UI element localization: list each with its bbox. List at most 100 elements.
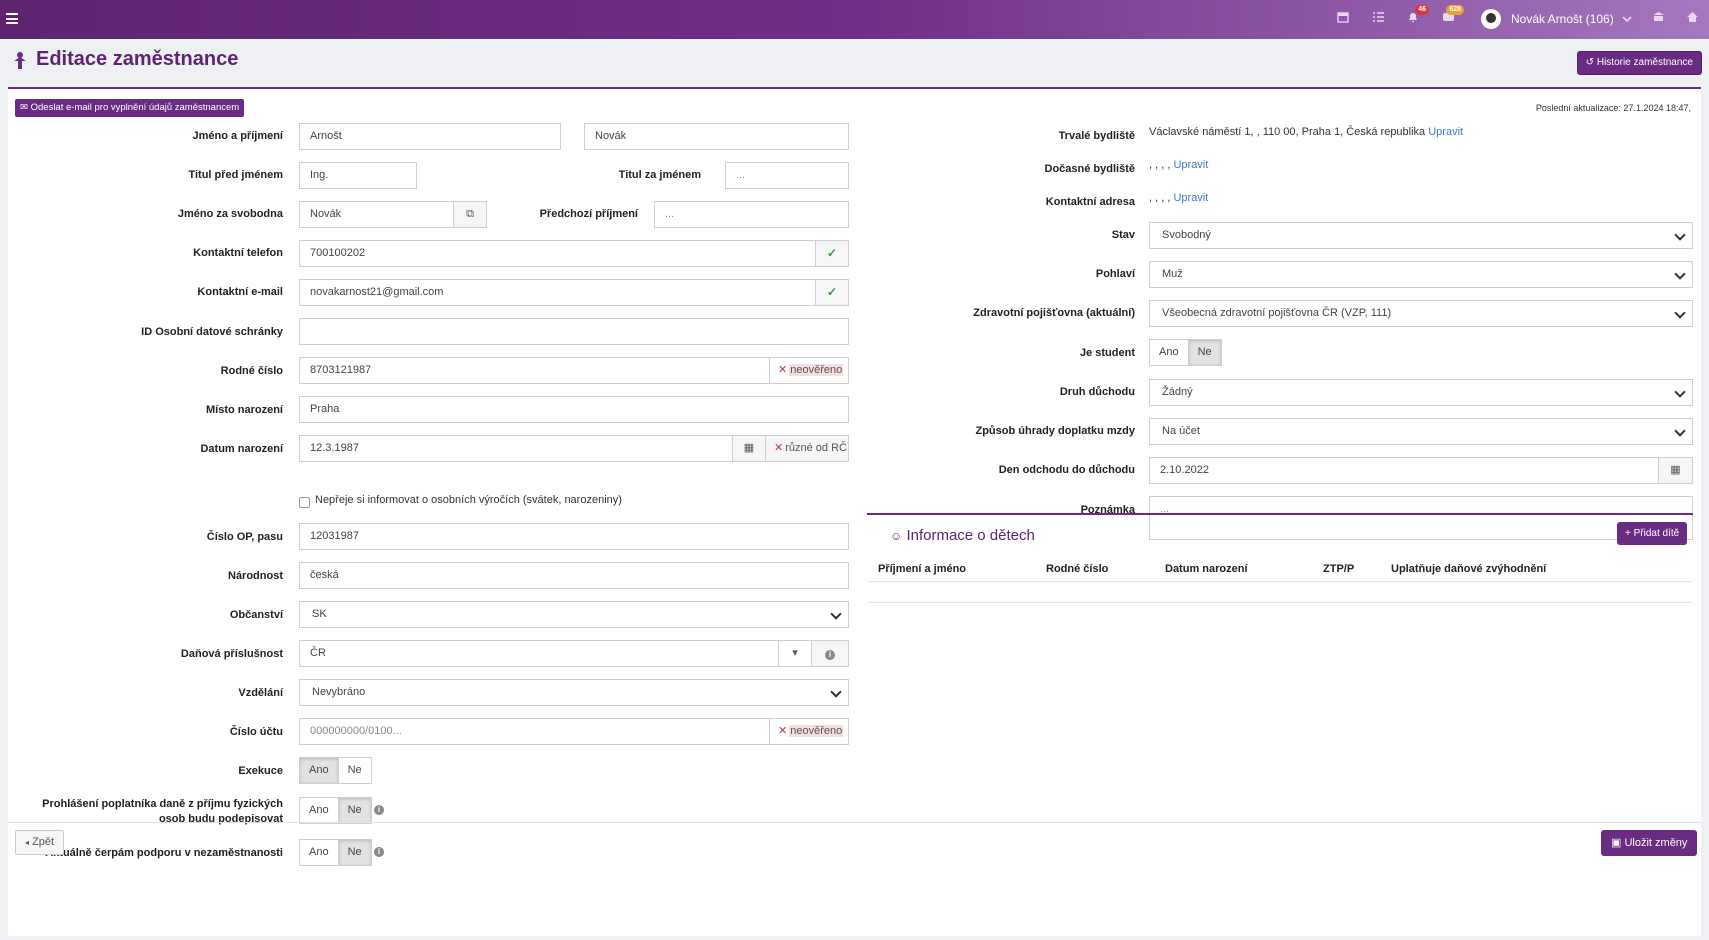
first-name-input[interactable]: Arnošt [299,123,561,150]
company-icon[interactable] [1650,11,1666,27]
databox-input[interactable] [299,318,849,345]
insurance-label: Zdravotní pojišťovna (aktuální) [973,307,1135,319]
info-icon[interactable]: i [374,805,384,815]
email-input[interactable]: novakarnost21@gmail.com [299,279,816,306]
phone-input[interactable]: 700100202 [299,240,816,267]
declaration-no[interactable]: Ne [338,797,372,824]
envelope-icon: ✉ [20,102,28,113]
education-select[interactable]: Nevybráno [299,679,849,706]
education-label: Vzdělání [238,687,283,699]
title-after-input[interactable]: ... [725,162,849,189]
employee-form: ✉ Odeslat e-mail pro vyplnění údajů zamě… [8,87,1701,936]
back-button[interactable]: ◂ Zpět [15,830,65,855]
last-name-input[interactable]: Novák [584,123,849,150]
gender-select[interactable]: Muž [1149,261,1693,288]
payment-select[interactable]: Na účet [1149,418,1693,445]
id-card-input[interactable]: 12031987 [299,523,849,550]
perm-address-edit-link[interactable]: Upravit [1428,126,1463,138]
column-header: ZTP/P [1323,563,1355,575]
account-input[interactable]: 000000000/0100... [299,718,770,745]
status-label: Stav [1111,229,1135,241]
gender-label: Pohlaví [1095,268,1135,280]
calendar-icon[interactable]: ▦ [1658,457,1693,484]
info-icon[interactable]: i [374,847,384,857]
calendar-icon[interactable]: ▦ [732,435,766,462]
history-icon: ↺ [1585,57,1595,68]
birth-number-label: Rodné číslo [220,365,283,377]
kids-section-title: ☺ Informace o dětech [890,527,1035,544]
menu-icon[interactable] [6,13,18,24]
note-textarea[interactable]: ... [1149,496,1693,540]
title-after-label: Titul za jménem [618,169,701,181]
messages-icon[interactable]: 628 [1440,5,1464,27]
tax-residence-label: Daňová příslušnost [180,648,283,660]
tasks-icon[interactable] [1370,11,1386,27]
pension-label: Druh důchodu [1059,386,1135,398]
column-header: Datum narození [1165,563,1248,575]
employee-icon [12,51,28,71]
send-email-button[interactable]: ✉ Odeslat e-mail pro vyplnění údajů zamě… [15,99,245,117]
bell-icon[interactable]: 46 [1405,5,1429,27]
temp-address-edit-link[interactable]: Upravit [1173,159,1208,171]
retire-date-label: Den odchodu do důchodu [998,464,1135,476]
chevron-down-icon[interactable] [1619,11,1635,27]
page-header: Editace zaměstnance ↺ Historie zaměstnan… [8,45,1703,87]
anniversary-checkbox-label: Nepřeje si informovat o osobních výročíc… [315,494,622,506]
column-header: Uplatňuje daňové zvýhodnění [1391,563,1547,575]
top-bar: 46 628 Novák Arnošt (106) [0,0,1709,39]
birth-date-label: Datum narození [200,443,283,455]
citizenship-label: Občanství [229,609,283,621]
nationality-input[interactable]: česká [299,562,849,589]
status-select[interactable]: Svobodný [1149,222,1693,249]
messages-badge: 628 [1446,5,1464,15]
account-unverified: ✕ neověřeno [769,718,849,745]
student-no[interactable]: Ne [1188,339,1222,366]
title-before-input[interactable]: Ing. [299,162,417,189]
contact-address-edit-link[interactable]: Upravit [1173,192,1208,204]
kids-divider [867,513,1693,515]
maiden-input[interactable]: Novák [299,201,454,228]
declaration-yes[interactable]: Ano [299,797,339,824]
history-button[interactable]: ↺ Historie zaměstnance [1576,51,1702,75]
unemployment-no[interactable]: Ne [338,839,372,866]
cross-icon: ✕ [778,725,788,737]
pension-select[interactable]: Žádný [1149,379,1693,406]
contact-address-text: , , , , [1149,192,1171,204]
anniversary-checkbox[interactable] [299,497,310,508]
back-label: Zpět [32,836,55,848]
chevron-down-icon[interactable]: ▾ [778,640,812,667]
calendar-icon[interactable] [1335,11,1351,27]
user-name[interactable]: Novák Arnošt (106) [1511,12,1614,26]
tax-residence-select[interactable]: ČR [299,640,779,667]
student-yes[interactable]: Ano [1149,339,1189,366]
id-card-label: Číslo OP, pasu [206,531,283,543]
insurance-select[interactable]: Všeobecná zdravotní pojišťovna ČR (VZP, … [1149,300,1693,327]
name-label: Jméno a příjmení [192,130,283,142]
copy-icon[interactable]: ⧉ [453,201,487,228]
temp-address: , , , , Upravit [1149,159,1208,171]
execution-no[interactable]: Ne [338,757,372,784]
birth-date-input[interactable]: 12.3.1987 [299,435,733,462]
birth-place-label: Místo narození [205,404,283,416]
info-addon[interactable]: i [811,640,849,667]
execution-yes[interactable]: Ano [299,757,339,784]
student-toggle: Ano Ne [1149,339,1222,366]
title-before-label: Titul před jménem [188,169,283,181]
retire-date-input[interactable]: 2.10.2022 [1149,457,1659,484]
citizenship-select[interactable]: SK [299,601,849,628]
birth-number-input[interactable]: 8703121987 [299,357,770,384]
student-label: Je student [1079,347,1135,359]
save-button[interactable]: ▣ Uložit změny [1601,830,1698,856]
contact-address: , , , , Upravit [1149,192,1208,204]
last-update: Poslední aktualizace: 27.1.2024 18:47, [1535,103,1691,113]
unemployment-yes[interactable]: Ano [299,839,339,866]
avatar[interactable] [1481,9,1501,29]
unverified-text: neověřeno [789,725,844,737]
cross-icon: ✕ [774,442,784,454]
home-icon[interactable] [1684,11,1700,27]
prev-surname-input[interactable]: ... [654,201,849,228]
perm-address-text: Václavské náměstí 1, , 110 00, Praha 1, … [1149,126,1426,138]
add-child-button[interactable]: + Přidat dítě [1617,522,1688,545]
birth-place-input[interactable]: Praha [299,396,849,423]
cross-icon: ✕ [778,364,788,376]
